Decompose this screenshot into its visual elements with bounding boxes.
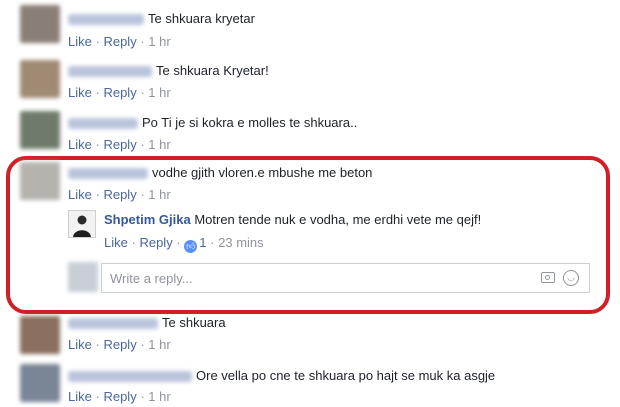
reply-link[interactable]: Reply [103,389,136,404]
reply-text: Motren tende nuk e vodha, me erdhi vete … [194,212,482,227]
smiley-icon[interactable]: ◡ [563,270,579,286]
comment-actions: Like · Reply · 1 hr [68,137,171,152]
person-silhouette-icon [69,211,95,237]
comment: Po Ti je si kokra e molles te shkuara.. … [0,104,620,156]
like-link[interactable]: Like [68,389,92,404]
comment-body: Po Ti je si kokra e molles te shkuara.. [68,115,357,130]
comment-text: Te shkuara [162,315,226,330]
comment-text: Te shkuara kryetar [148,11,255,26]
comment-text: Po Ti je si kokra e molles te shkuara.. [142,115,358,130]
commenter-name[interactable] [68,318,158,330]
comment-text: Te shkuara Kryetar! [156,63,269,78]
like-link[interactable]: Like [68,137,92,152]
commenter-name[interactable] [68,168,148,180]
reply-link[interactable]: Reply [103,337,136,352]
comment-text: Ore vella po cne te shkuara po hajt se m… [196,368,496,383]
comment: Te shkuara Kryetar! Like · Reply · 1 hr [0,52,620,104]
reply-body: Shpetim Gjika Motren tende nuk e vodha, … [104,212,481,227]
comment-actions: Like · Reply · 1 hr [68,389,171,404]
like-link[interactable]: Like [68,187,92,202]
comment: vodhe gjith vloren.e mbushe me beton Lik… [0,156,620,208]
timestamp[interactable]: 1 hr [148,187,170,202]
like-link[interactable]: Like [68,85,92,100]
comment-body: vodhe gjith vloren.e mbushe me beton [68,165,372,180]
avatar[interactable] [20,162,60,200]
avatar[interactable] [20,5,60,43]
timestamp[interactable]: 1 hr [148,85,170,100]
comment: Te shkuara kryetar Like · Reply · 1 hr [0,0,620,52]
avatar[interactable] [20,364,60,402]
comment-actions: Like · Reply · 1 hr [68,34,171,49]
reply-input[interactable]: Write a reply... ◡ [101,263,590,293]
reply-link[interactable]: Reply [139,235,172,250]
commenter-name[interactable] [68,371,192,383]
commenter-name[interactable] [68,66,152,78]
reply-author[interactable]: Shpetim Gjika [104,212,191,227]
current-user-avatar [68,262,98,292]
commenter-name[interactable] [68,118,138,130]
comment-actions: Like · Reply · 1 hr [68,187,171,202]
commenter-name[interactable] [68,14,144,26]
timestamp[interactable]: 1 hr [148,337,170,352]
thumbs-up-icon: 👍︎ [184,240,198,253]
comment-text: vodhe gjith vloren.e mbushe me beton [152,165,373,180]
comment-body: Te shkuara [68,315,226,330]
reply-input-placeholder: Write a reply... [110,271,193,286]
reply-link[interactable]: Reply [103,85,136,100]
avatar[interactable] [20,316,60,354]
reply-avatar[interactable] [68,210,96,238]
like-link[interactable]: Like [68,34,92,49]
comment-actions: Like · Reply · 1 hr [68,85,171,100]
timestamp[interactable]: 23 mins [218,235,264,250]
avatar[interactable] [20,111,60,149]
comment-body: Te shkuara kryetar [68,11,255,26]
comment-body: Te shkuara Kryetar! [68,63,269,78]
comment-actions: Like · Reply · 1 hr [68,337,171,352]
timestamp[interactable]: 1 hr [148,34,170,49]
reply-link[interactable]: Reply [103,34,136,49]
timestamp[interactable]: 1 hr [148,389,170,404]
like-link[interactable]: Like [68,337,92,352]
timestamp[interactable]: 1 hr [148,137,170,152]
reaction-count[interactable]: 👍︎ 1 [184,235,207,253]
reply-link[interactable]: Reply [103,137,136,152]
comment-body: Ore vella po cne te shkuara po hajt se m… [68,368,495,383]
comment: Te shkuara Like · Reply · 1 hr [0,314,620,360]
avatar[interactable] [20,60,60,98]
reply-link[interactable]: Reply [103,187,136,202]
like-link[interactable]: Like [104,235,128,250]
comment: Ore vella po cne te shkuara po hajt se m… [0,360,620,407]
camera-icon[interactable] [541,272,555,283]
reply-actions: Like · Reply · 👍︎ 1 · 23 mins [104,235,264,253]
